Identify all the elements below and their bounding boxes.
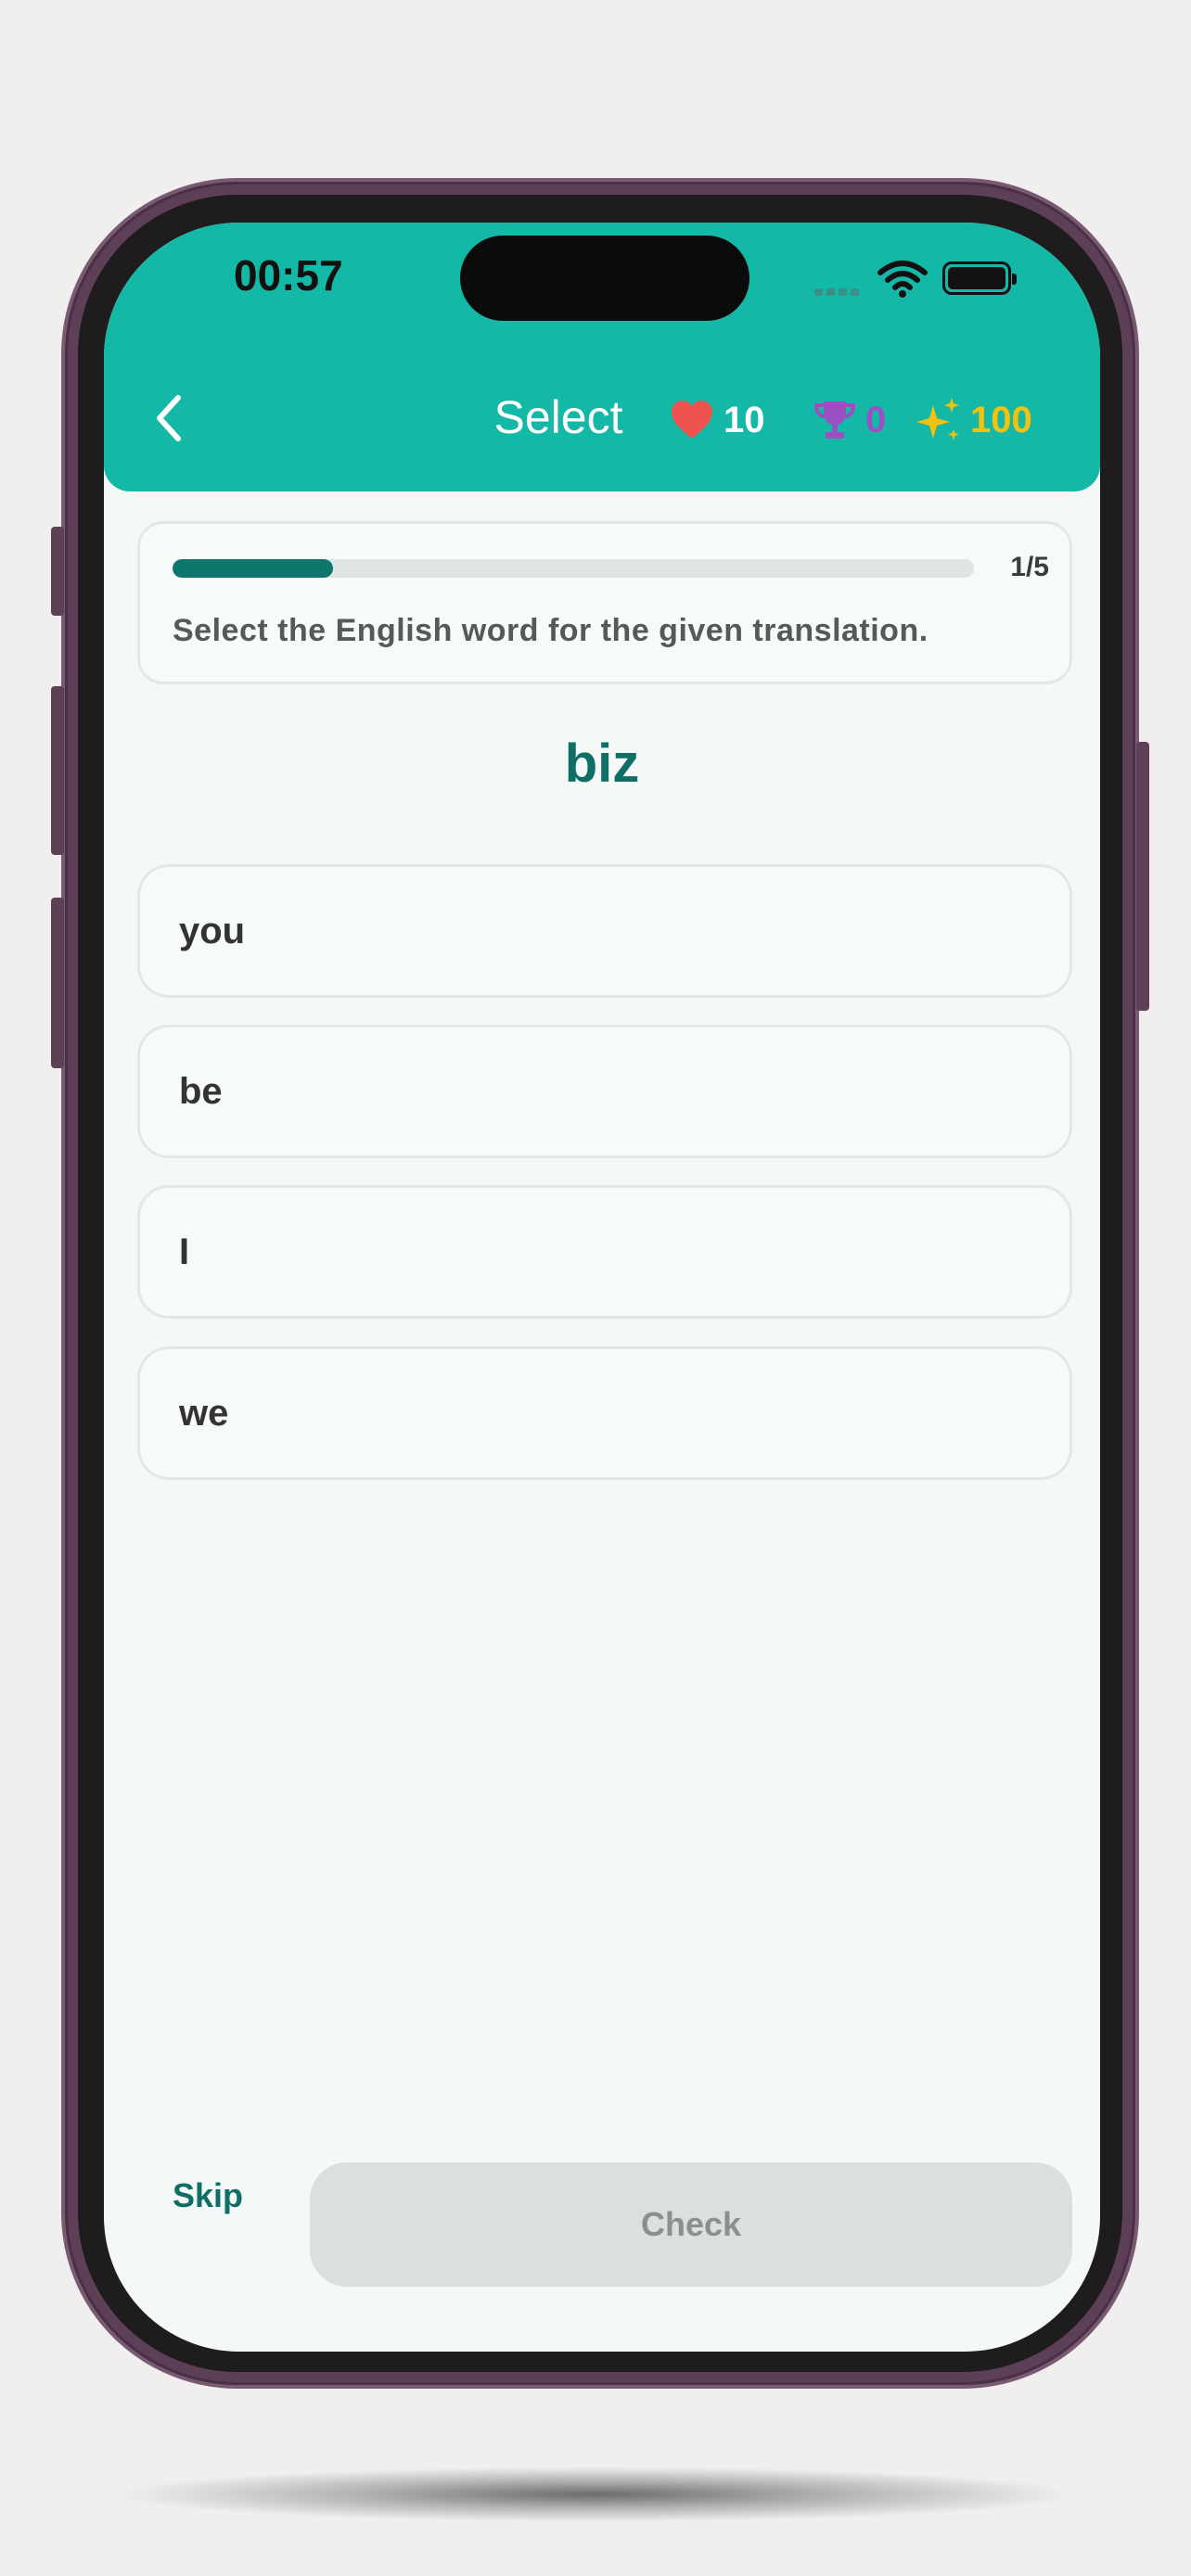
volume-up-button (51, 686, 64, 855)
trophy-icon (813, 402, 856, 439)
check-button[interactable]: Check (310, 2162, 1072, 2287)
cellular-signal-icon (814, 284, 866, 296)
answer-option[interactable]: I (137, 1185, 1072, 1319)
page-title: Select (493, 391, 623, 443)
answer-option-label: be (179, 1071, 223, 1112)
answer-option[interactable]: we (137, 1346, 1072, 1480)
heart-icon (672, 401, 712, 439)
hearts-value: 10 (724, 399, 765, 440)
progress-fill (173, 559, 333, 578)
instruction-text: Select the English word for the given tr… (173, 613, 928, 648)
trophies-counter: 0 (813, 394, 886, 446)
answer-option[interactable]: you (137, 864, 1072, 998)
status-time: 00:57 (234, 251, 343, 300)
app-screen: 00:57 Select 10 0 100 1/5 Select the Eng… (104, 223, 1100, 2352)
skip-button[interactable]: Skip (173, 2168, 302, 2224)
xp-counter: 100 (916, 394, 1032, 446)
progress-counter: 1/5 (1010, 552, 1049, 582)
wifi-icon (877, 260, 928, 299)
answer-option-label: I (179, 1231, 190, 1272)
app-header: 00:57 Select 10 0 100 (104, 223, 1100, 491)
action-button (51, 527, 64, 616)
instruction-card: 1/5 Select the English word for the give… (137, 521, 1072, 684)
chevron-left-icon (157, 395, 181, 441)
volume-down-button (51, 898, 64, 1068)
progress-bar (173, 559, 974, 578)
trophies-value: 0 (865, 399, 887, 440)
answer-option-label: we (179, 1393, 229, 1434)
answer-option[interactable]: be (137, 1025, 1072, 1158)
device-mockup: 00:57 Select 10 0 100 1/5 Select the Eng… (0, 0, 1191, 2576)
dynamic-island (460, 236, 749, 321)
xp-value: 100 (970, 399, 1032, 440)
back-button[interactable] (141, 386, 197, 451)
battery-icon (942, 261, 1017, 295)
floor-shadow (111, 2467, 1080, 2522)
prompt-word: biz (564, 733, 640, 794)
power-button (1136, 742, 1149, 1011)
sparkles-icon (916, 398, 959, 440)
hearts-counter: 10 (670, 394, 765, 446)
answer-option-label: you (179, 911, 246, 951)
